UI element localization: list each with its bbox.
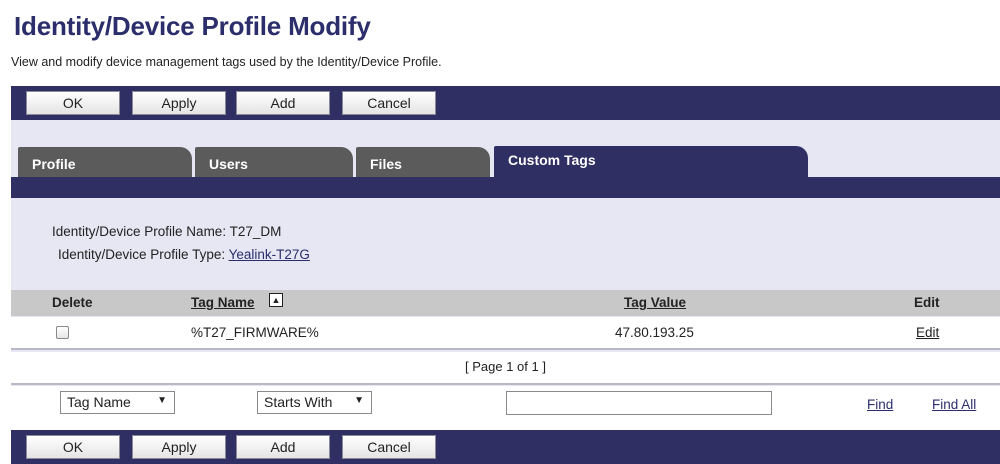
profile-type-label: Identity/Device Profile Type:: [58, 247, 226, 262]
page-indicator: [ Page 1 of 1 ]: [465, 359, 546, 374]
tab-profile[interactable]: Profile: [18, 147, 192, 177]
header-tag-value[interactable]: Tag Value: [624, 295, 686, 310]
delete-checkbox[interactable]: [56, 326, 69, 339]
filter-row: Tag Name ▼ Starts With ▼ Find Find All: [11, 386, 1000, 430]
header-edit: Edit: [914, 295, 940, 310]
cell-tag-value: 47.80.193.25: [615, 325, 694, 340]
tab-files[interactable]: Files: [356, 147, 490, 177]
tab-bar: [11, 177, 1000, 198]
filter-field-value: Tag Name: [67, 394, 131, 410]
dropdown-arrow-icon: ▼: [354, 395, 364, 406]
ok-button[interactable]: OK: [26, 91, 120, 115]
sort-ascending-icon[interactable]: ▲: [269, 293, 283, 307]
table-header: Delete Tag Name ▲ Tag Value Edit: [11, 290, 1000, 316]
apply-button[interactable]: Apply: [132, 435, 226, 459]
toolbar-bottom: OK Apply Add Cancel: [11, 430, 1000, 464]
apply-button[interactable]: Apply: [132, 91, 226, 115]
tab-custom-tags[interactable]: Custom Tags: [494, 146, 808, 177]
cancel-button[interactable]: Cancel: [342, 435, 436, 459]
cell-tag-name: %T27_FIRMWARE%: [191, 325, 319, 340]
profile-type-line: Identity/Device Profile Type: Yealink-T2…: [58, 247, 310, 262]
find-link[interactable]: Find: [867, 397, 893, 412]
search-input[interactable]: [506, 391, 772, 415]
page-title: Identity/Device Profile Modify: [14, 11, 371, 41]
header-tag-name[interactable]: Tag Name: [191, 295, 255, 310]
table-row: %T27_FIRMWARE% 47.80.193.25 Edit: [11, 317, 1000, 350]
pager-row: [ Page 1 of 1 ]: [11, 352, 1000, 385]
filter-operator-select[interactable]: Starts With ▼: [257, 391, 372, 414]
profile-name-line: Identity/Device Profile Name: T27_DM: [52, 224, 281, 239]
profile-name-label: Identity/Device Profile Name:: [52, 224, 227, 239]
tab-users[interactable]: Users: [195, 147, 353, 177]
edit-link[interactable]: Edit: [916, 325, 939, 340]
filter-field-select[interactable]: Tag Name ▼: [60, 391, 175, 414]
add-button[interactable]: Add: [236, 91, 330, 115]
filter-operator-value: Starts With: [264, 394, 333, 410]
header-delete: Delete: [52, 295, 93, 310]
find-all-link[interactable]: Find All: [932, 397, 976, 412]
toolbar-top: OK Apply Add Cancel: [11, 86, 1000, 120]
dropdown-arrow-icon: ▼: [157, 395, 167, 406]
ok-button[interactable]: OK: [26, 435, 120, 459]
add-button[interactable]: Add: [236, 435, 330, 459]
profile-name-value: T27_DM: [229, 224, 282, 239]
cancel-button[interactable]: Cancel: [342, 91, 436, 115]
page-description: View and modify device management tags u…: [11, 55, 442, 69]
profile-type-link[interactable]: Yealink-T27G: [229, 247, 310, 262]
